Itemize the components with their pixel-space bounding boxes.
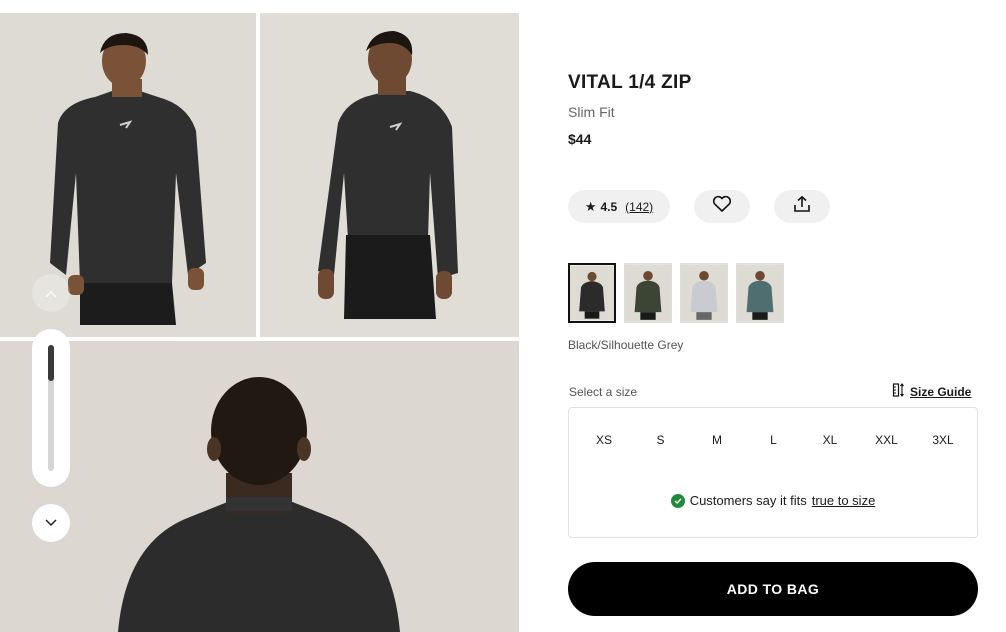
size-options: XS S M L XL XXL 3XL — [569, 408, 977, 472]
fit-note-link[interactable]: true to size — [812, 493, 876, 508]
add-to-bag-button[interactable]: ADD TO BAG — [568, 562, 978, 616]
share-icon — [793, 195, 811, 218]
ruler-icon — [892, 383, 906, 400]
check-circle-icon — [670, 493, 685, 508]
gallery-next-button[interactable] — [32, 504, 70, 542]
product-price: $44 — [568, 131, 592, 147]
fit-note: Customers say it fits true to size — [569, 493, 977, 508]
wishlist-button[interactable] — [694, 190, 750, 223]
size-option-s[interactable]: S — [636, 426, 686, 454]
chevron-up-icon — [45, 285, 57, 301]
gallery-scrollbar[interactable] — [32, 329, 70, 487]
rating-button[interactable]: ★ 4.5 (142) — [568, 190, 670, 223]
swatch-light-grey[interactable] — [680, 263, 728, 323]
size-guide-link[interactable]: Size Guide — [892, 383, 971, 400]
gallery-prev-button[interactable] — [32, 274, 70, 312]
product-image-back[interactable] — [0, 341, 519, 632]
gallery-scroll-thumb[interactable] — [48, 345, 54, 381]
swatch-teal[interactable] — [736, 263, 784, 323]
fit-note-text: Customers say it fits — [689, 493, 807, 508]
size-option-l[interactable]: L — [749, 426, 799, 454]
product-title: VITAL 1/4 ZIP — [568, 72, 692, 93]
size-option-m[interactable]: M — [692, 426, 742, 454]
selected-colour-name: Black/Silhouette Grey — [568, 338, 684, 352]
product-fit: Slim Fit — [568, 104, 615, 120]
size-option-xs[interactable]: XS — [579, 426, 629, 454]
review-count-link[interactable]: (142) — [625, 200, 653, 214]
swatch-olive[interactable] — [624, 263, 672, 323]
size-option-xl[interactable]: XL — [805, 426, 855, 454]
star-icon: ★ — [584, 198, 597, 214]
heart-icon — [712, 195, 732, 218]
swatch-black-silhouette-grey[interactable] — [568, 263, 616, 323]
share-button[interactable] — [774, 190, 830, 223]
chevron-down-icon — [45, 514, 57, 532]
size-option-3xl[interactable]: 3XL — [918, 426, 968, 454]
size-select-label: Select a size — [569, 385, 638, 399]
product-image-side[interactable] — [260, 13, 519, 337]
size-option-xxl[interactable]: XXL — [862, 426, 912, 454]
size-selector: XS S M L XL XXL 3XL Customers say it fits true… — [568, 407, 978, 538]
rating-value: 4.5 — [600, 199, 618, 214]
size-guide-label: Size Guide — [910, 384, 972, 399]
colour-swatches — [568, 263, 784, 323]
